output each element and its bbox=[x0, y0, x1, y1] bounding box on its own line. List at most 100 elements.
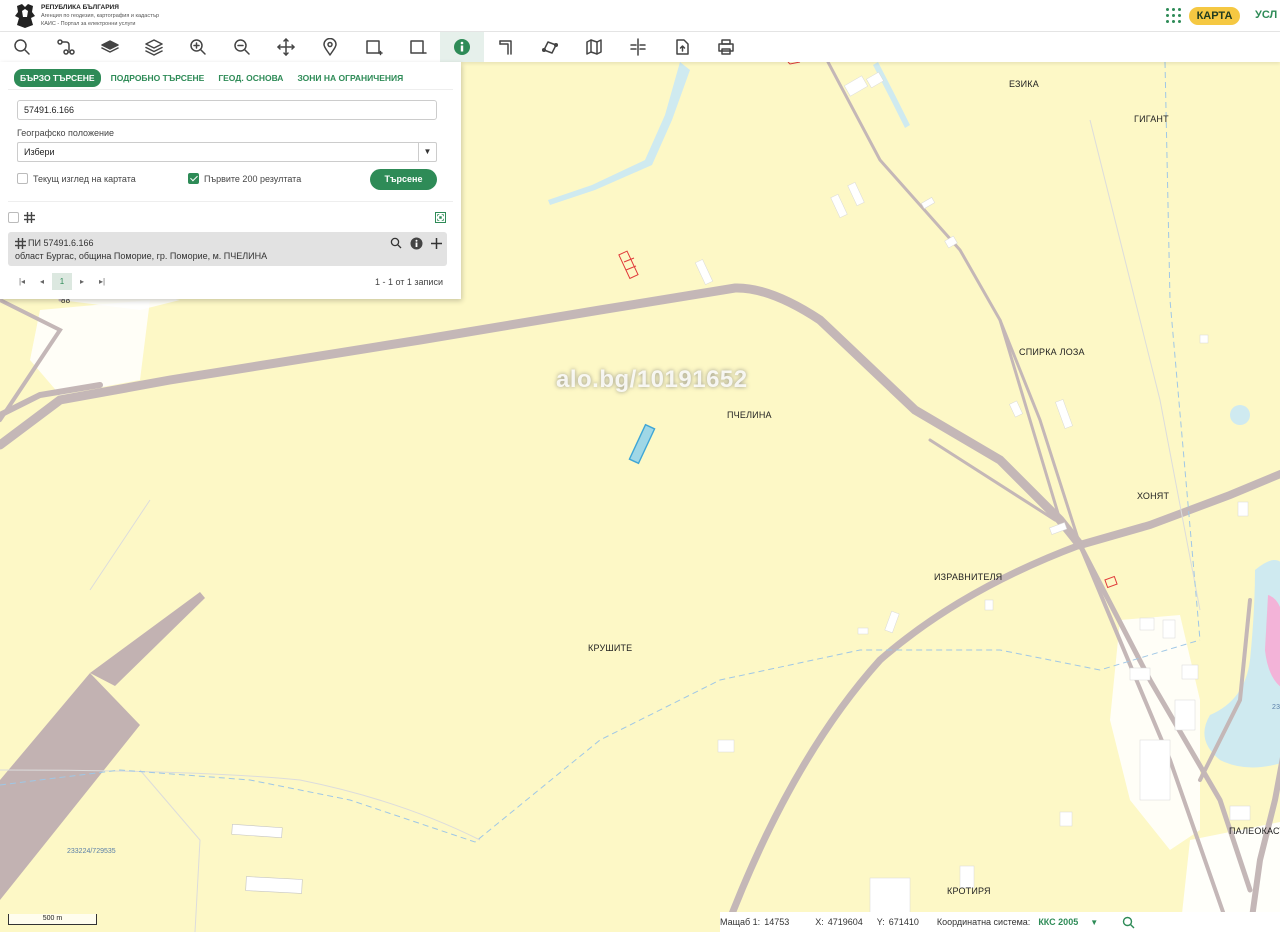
services-nav-link[interactable]: УСЛ bbox=[1255, 9, 1277, 21]
map-view-button[interactable] bbox=[572, 32, 616, 62]
layers-outline-tool-button[interactable] bbox=[132, 32, 176, 62]
rectangle-select-icon bbox=[366, 40, 383, 56]
page-info: 1 - 1 от 1 записи bbox=[374, 277, 443, 287]
first-200-label: Първите 200 резултата bbox=[204, 173, 302, 184]
marker-button[interactable] bbox=[308, 32, 352, 62]
select-all-checkbox[interactable] bbox=[8, 212, 19, 223]
page-number[interactable]: 1 bbox=[52, 273, 72, 290]
search-button[interactable]: Търсене bbox=[370, 169, 437, 190]
crs-label: Координатна система: bbox=[936, 917, 1031, 927]
search-tool-button[interactable] bbox=[0, 32, 44, 62]
crs-dropdown-icon[interactable]: ▼ bbox=[1090, 918, 1098, 927]
logo-subtitle-2: КАИС - Портал за електронни услуги bbox=[41, 21, 136, 27]
marker-icon bbox=[323, 38, 337, 56]
layers-outline-icon bbox=[145, 39, 163, 56]
parcel-grid-icon bbox=[24, 212, 35, 223]
place-label-gigant: ГИГАНТ bbox=[1134, 114, 1169, 124]
export-icon bbox=[676, 39, 689, 55]
parcel-code-label: 233224/729535 bbox=[67, 848, 116, 855]
map-icon bbox=[586, 39, 602, 55]
place-label-pchelina: ПЧЕЛИНА bbox=[727, 410, 772, 420]
status-bar: Мащаб 1: 14753 X: 4719604 Y: 671410 Коор… bbox=[720, 912, 1280, 932]
map-toolbar bbox=[0, 32, 1280, 62]
pan-icon bbox=[277, 38, 295, 56]
logo-title: РЕПУБЛИКА БЪЛГАРИЯ bbox=[41, 4, 119, 11]
current-view-checkbox[interactable]: Текущ изглед на картата bbox=[17, 173, 136, 184]
tab-detailed-search[interactable]: ПОДРОБНО ТЪРСЕНЕ bbox=[111, 73, 205, 83]
split-button[interactable] bbox=[616, 32, 660, 62]
dropdown-arrow-icon[interactable]: ▼ bbox=[418, 143, 436, 161]
result-add-button[interactable] bbox=[428, 235, 444, 251]
result-address: област Бургас, община Поморие, гр. Помор… bbox=[15, 251, 268, 261]
measure-corner-button[interactable] bbox=[484, 32, 528, 62]
zoom-in-button[interactable] bbox=[176, 32, 220, 62]
map-nav-button[interactable]: КАРТА bbox=[1189, 7, 1240, 25]
agency-logo[interactable]: РЕПУБЛИКА БЪЛГАРИЯ Агенция по геодезия, … bbox=[14, 3, 159, 29]
checkbox-checked[interactable] bbox=[188, 173, 199, 184]
first-page-icon[interactable]: |◂ bbox=[12, 273, 32, 290]
prev-page-icon[interactable]: ◂ bbox=[32, 273, 52, 290]
polygon-icon bbox=[541, 41, 559, 54]
rectangle-select-button[interactable] bbox=[352, 32, 396, 62]
measure-corner-icon bbox=[499, 40, 512, 55]
rectangle-remove-button[interactable] bbox=[396, 32, 440, 62]
zoom-out-button[interactable] bbox=[220, 32, 264, 62]
scale-prefix: Мащаб 1: bbox=[720, 917, 761, 927]
tab-restriction-zones[interactable]: ЗОНИ НА ОГРАНИЧЕНИЯ bbox=[297, 73, 403, 83]
panel-divider bbox=[8, 201, 453, 202]
tab-geodetic-base[interactable]: ГЕОД. ОСНОВА bbox=[218, 73, 283, 83]
logo-subtitle: Агенция по геодезия, картография и кадас… bbox=[41, 13, 160, 19]
y-label: Y: bbox=[876, 917, 885, 927]
geo-location-select[interactable]: Избери ▼ bbox=[17, 142, 437, 162]
result-info-button[interactable] bbox=[408, 235, 424, 251]
result-item[interactable]: ПИ 57491.6.166 област Бургас, община Пом… bbox=[8, 232, 447, 266]
parcel-grid-icon bbox=[15, 238, 26, 249]
place-label-ezika: ЕЗИКА bbox=[1009, 79, 1039, 89]
scale-value: 14753 bbox=[764, 917, 790, 927]
geo-location-value: Избери bbox=[24, 147, 55, 157]
highlighted-parcel[interactable] bbox=[628, 423, 656, 465]
result-title: ПИ 57491.6.166 bbox=[28, 238, 94, 248]
place-label-izravnitelya: ИЗРАВНИТЕЛЯ bbox=[934, 572, 1003, 582]
route-icon bbox=[57, 39, 75, 55]
route-tool-button[interactable] bbox=[44, 32, 88, 62]
tabs-divider bbox=[8, 89, 453, 90]
checkbox-box[interactable] bbox=[17, 173, 28, 184]
pan-button[interactable] bbox=[264, 32, 308, 62]
info-tool-button[interactable] bbox=[440, 32, 484, 62]
geo-location-label: Географско положение bbox=[17, 128, 114, 138]
search-icon bbox=[14, 39, 30, 55]
crs-select[interactable]: ККС 2005 bbox=[1038, 917, 1078, 927]
last-page-icon[interactable]: ▸| bbox=[92, 273, 112, 290]
next-page-icon[interactable]: ▸ bbox=[72, 273, 92, 290]
print-icon bbox=[718, 39, 734, 55]
first-200-checkbox[interactable]: Първите 200 резултата bbox=[188, 173, 301, 184]
apps-grid-icon[interactable] bbox=[1166, 8, 1182, 24]
x-label: X: bbox=[815, 917, 824, 927]
zoom-out-icon bbox=[234, 39, 250, 55]
crest-icon bbox=[15, 4, 35, 28]
result-zoom-button[interactable] bbox=[388, 235, 404, 251]
tab-quick-search[interactable]: БЪРЗО ТЪРСЕНЕ bbox=[14, 69, 101, 87]
place-label-krushite: КРУШИТЕ bbox=[588, 643, 633, 653]
print-button[interactable] bbox=[704, 32, 748, 62]
x-coordinate: 4719604 bbox=[827, 917, 863, 927]
search-input[interactable]: 57491.6.166 bbox=[17, 100, 437, 120]
place-label-honyat: ХОНЯТ bbox=[1137, 491, 1170, 501]
rectangle-remove-icon bbox=[410, 40, 427, 54]
info-icon bbox=[410, 237, 422, 249]
search-icon[interactable] bbox=[1122, 916, 1135, 929]
split-icon bbox=[630, 38, 646, 56]
zoom-in-icon bbox=[190, 39, 206, 55]
export-button[interactable] bbox=[660, 32, 704, 62]
layers-tool-button[interactable] bbox=[88, 32, 132, 62]
app-header: РЕПУБЛИКА БЪЛГАРИЯ Агенция по геодезия, … bbox=[0, 0, 1280, 32]
polygon-button[interactable] bbox=[528, 32, 572, 62]
current-view-label: Текущ изглед на картата bbox=[33, 173, 136, 184]
info-icon bbox=[454, 39, 470, 55]
place-label-paleokastro: ПАЛЕОКАСТ bbox=[1229, 826, 1280, 836]
layers-icon bbox=[101, 40, 119, 53]
scale-bar: 500 m bbox=[8, 914, 97, 925]
expand-icon[interactable] bbox=[435, 212, 446, 223]
plus-icon bbox=[430, 237, 442, 249]
